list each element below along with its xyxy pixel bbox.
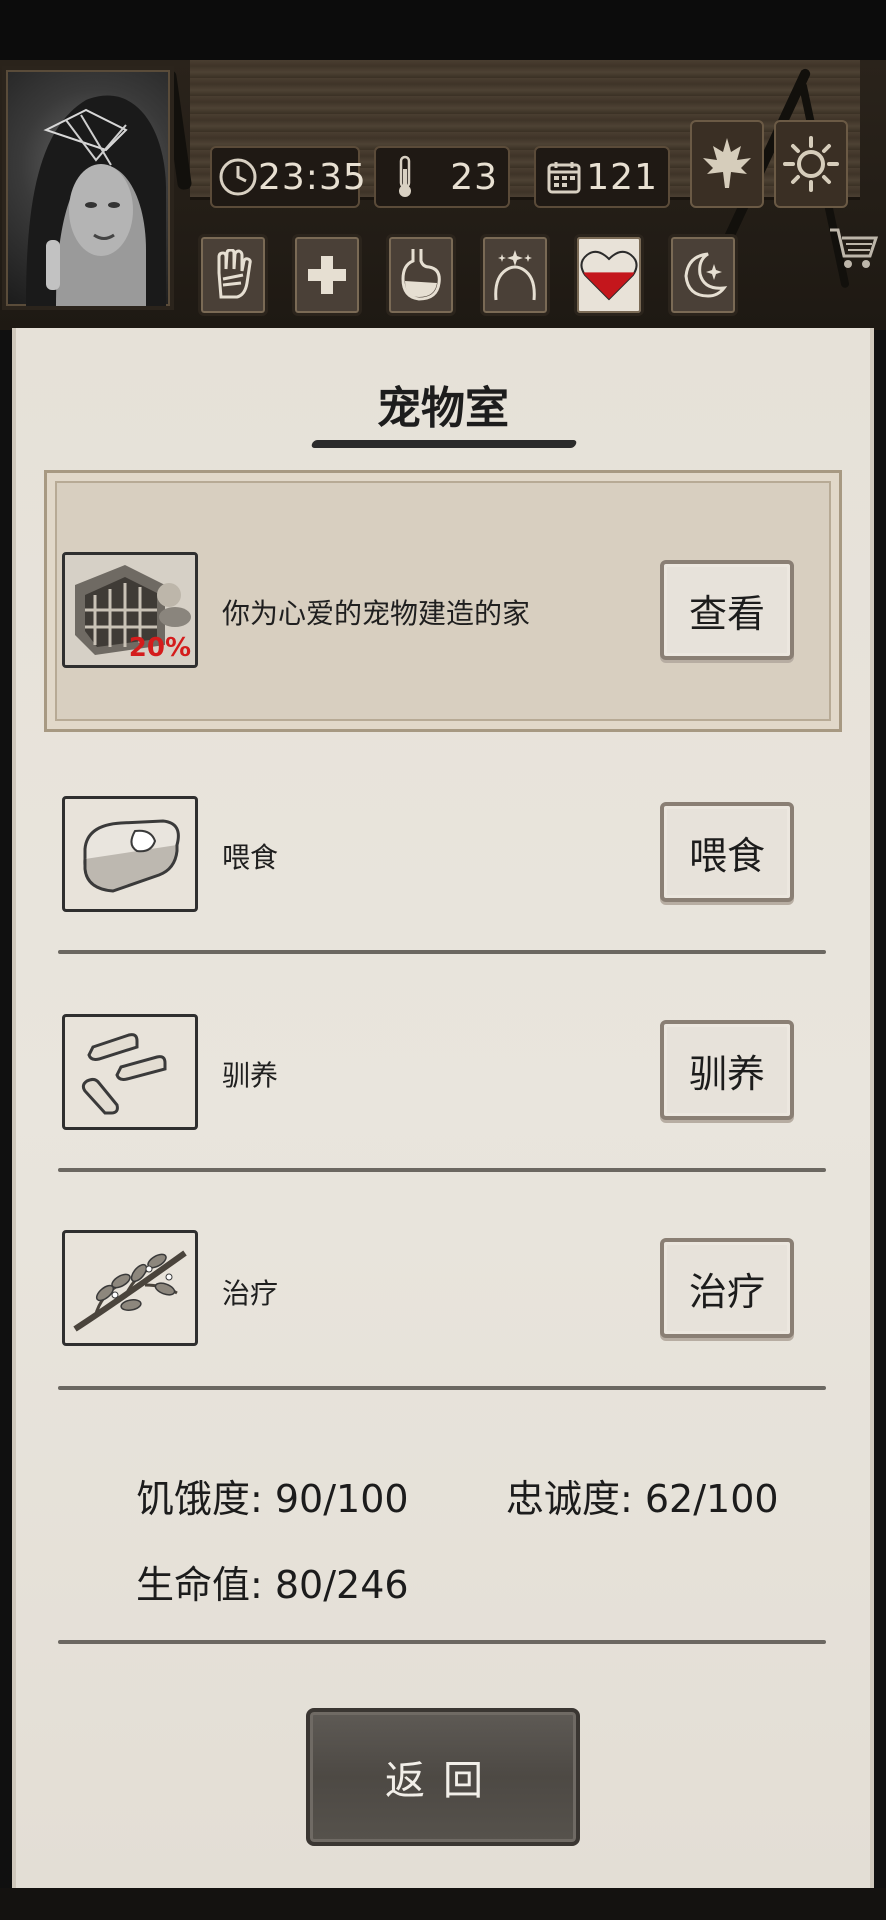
hunger-stat: 饥饿度: 90/100 [136,1477,409,1521]
tame-button[interactable]: 驯养 [660,1020,794,1120]
feed-thumbnail [62,796,198,912]
system-status-bar [0,0,886,60]
moon-star-icon [684,252,728,298]
status-hunger[interactable] [386,234,456,316]
divider [58,1386,826,1390]
character-portrait[interactable] [2,66,174,310]
time-value: 23:35 [258,156,367,198]
sun-icon [783,136,839,192]
page-title: 宠物室 [377,383,509,434]
bottom-edge [0,1888,886,1920]
pet-house-thumbnail: 20% [62,552,198,668]
shop-cart-button[interactable] [826,224,882,274]
day-value: 121 [586,156,658,198]
divider [58,1640,826,1644]
heal-thumbnail [62,1230,198,1346]
hand-icon [217,249,252,299]
loyalty-stat: 忠诚度: 62/100 [506,1477,779,1521]
season-indicator[interactable] [690,120,764,208]
clock-icon [218,154,258,200]
feed-label: 喂食 [222,841,279,874]
divider [58,950,826,954]
pet-house-description: 你为心爱的宠物建造的家 [222,597,531,630]
calendar-icon [542,154,586,200]
herb-icon [73,1250,187,1332]
feed-button[interactable]: 喂食 [660,802,794,902]
maple-leaf-icon [703,138,751,188]
build-progress: 20% [128,633,191,663]
heal-button[interactable]: 治疗 [660,1238,794,1338]
status-sleep[interactable] [668,234,738,316]
tame-thumbnail [62,1014,198,1130]
status-heart[interactable] [574,234,644,316]
view-button[interactable]: 查看 [660,560,794,660]
health-cross-icon [308,256,346,294]
back-button[interactable]: 返回 [306,1708,580,1846]
status-health[interactable] [292,234,362,316]
weather-indicator[interactable] [774,120,848,208]
tame-label: 驯养 [222,1059,279,1092]
title-underline [310,440,578,448]
stomach-icon [401,249,441,301]
head-sparkle-icon [494,250,536,301]
bone-icon [81,1033,167,1115]
meat-icon [83,819,180,893]
temperature-display: 23 [374,146,510,208]
day-counter: 121 [534,146,670,208]
temperature-value: 23 [450,156,498,198]
status-sanity[interactable] [480,234,550,316]
divider [58,1168,826,1172]
health-stat: 生命值: 80/246 [136,1563,409,1607]
thermometer-icon [382,154,428,200]
clock-display: 23:35 [210,146,366,208]
status-hand[interactable] [198,234,268,316]
character-avatar-icon [26,95,166,306]
heart-icon [580,250,638,301]
shopping-cart-icon [830,228,879,268]
heal-label: 治疗 [222,1277,279,1310]
